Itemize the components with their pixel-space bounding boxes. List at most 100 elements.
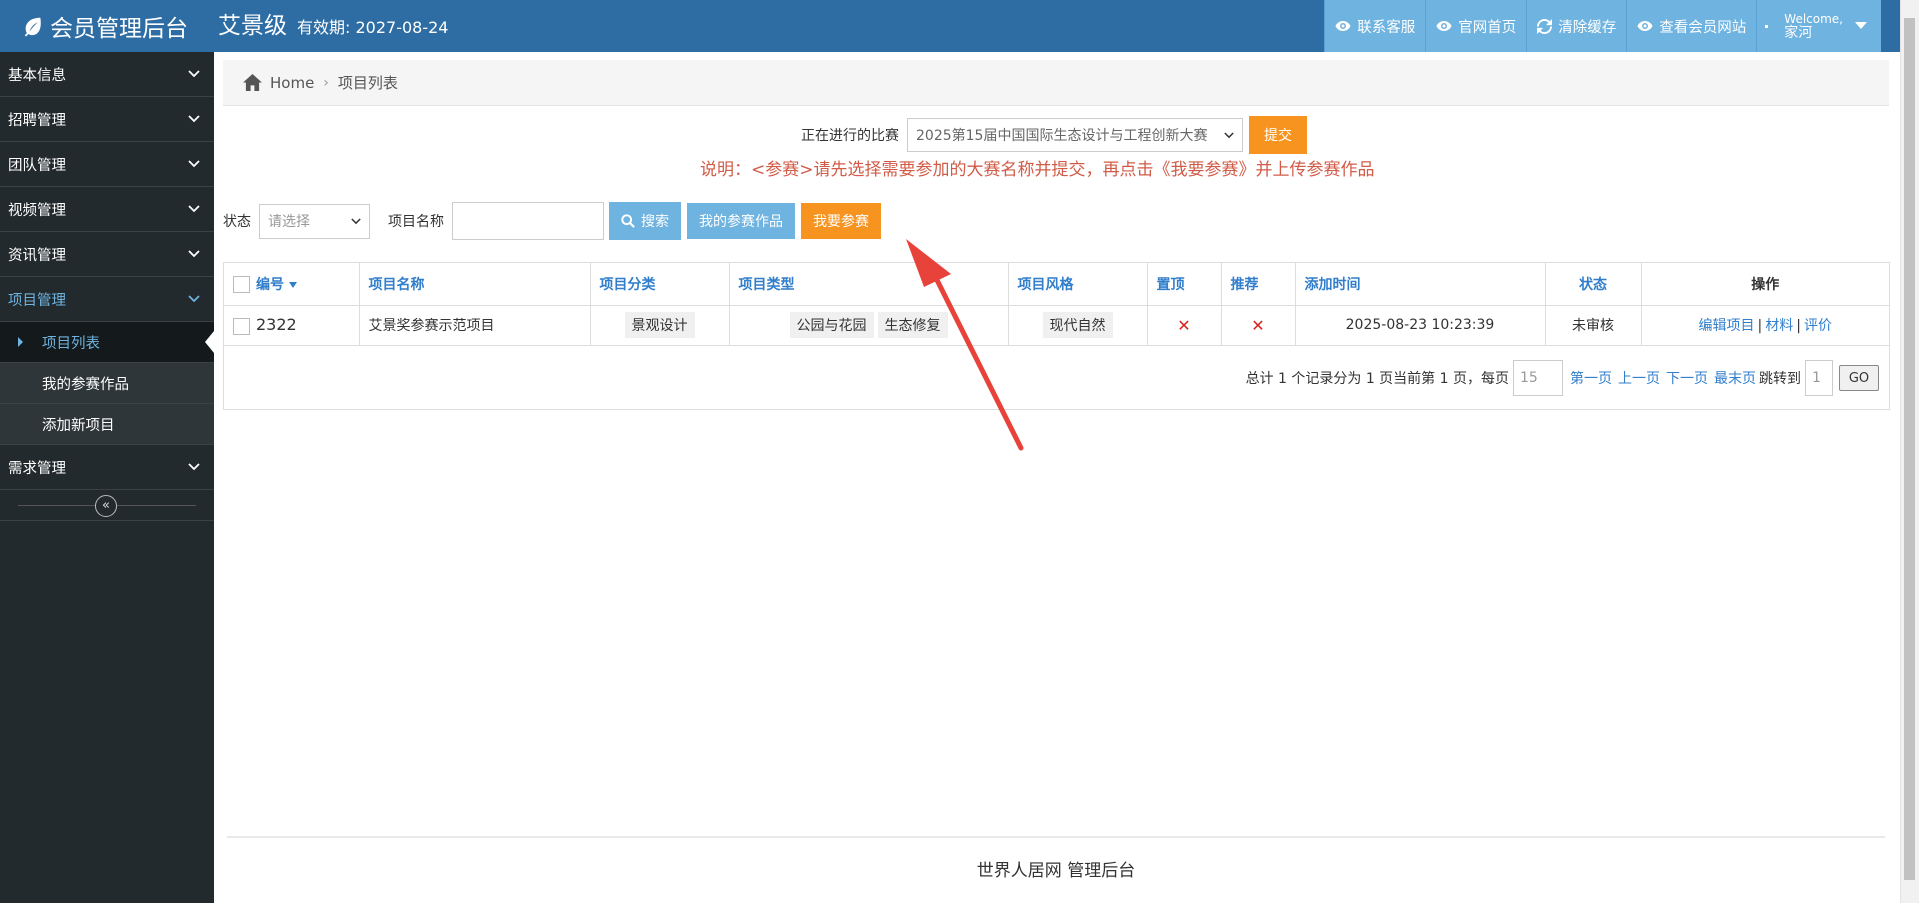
breadcrumb-separator-icon: ›: [323, 74, 329, 91]
type-tag: 生态修复: [877, 312, 948, 338]
column-header-recommend[interactable]: 推荐: [1221, 263, 1296, 306]
cell-style: 现代自然: [1008, 305, 1148, 346]
search-button-label: 搜索: [641, 214, 669, 230]
column-header-status[interactable]: 状态: [1545, 263, 1642, 306]
column-header-type[interactable]: 项目类型: [729, 263, 1009, 306]
status-select[interactable]: 请选择: [259, 203, 370, 239]
sidebar-item-label: 团队管理: [8, 157, 66, 174]
double-chevron-left-icon[interactable]: «: [95, 495, 117, 517]
prev-page-link[interactable]: 上一页: [1618, 368, 1660, 388]
jump-label: 跳转到: [1759, 371, 1801, 387]
column-header-top[interactable]: 置顶: [1147, 263, 1222, 306]
brand[interactable]: 会员管理后台: [22, 10, 188, 42]
cell-top: ✕: [1147, 305, 1222, 346]
column-header-id-label: 编号: [256, 276, 284, 293]
sidebar: 基本信息 招聘管理 团队管理 视频管理 资讯管理 项目管理 项目列表 我的参赛作…: [0, 52, 214, 903]
column-header-style[interactable]: 项目风格: [1008, 263, 1148, 306]
jump-page-input[interactable]: 1: [1805, 360, 1833, 396]
sort-desc-icon: [289, 281, 297, 288]
view-member-site-button[interactable]: 查看会员网站: [1626, 0, 1757, 52]
breadcrumb-home[interactable]: Home: [270, 74, 314, 92]
my-entries-button[interactable]: 我的参赛作品: [687, 203, 795, 239]
sidebar-item-demand[interactable]: 需求管理: [0, 445, 214, 490]
style-tag: 现代自然: [1042, 312, 1113, 338]
first-page-link[interactable]: 第一页: [1570, 368, 1612, 388]
sidebar-subitem-project-list[interactable]: 项目列表: [0, 322, 214, 363]
sidebar-subitem-add-project[interactable]: 添加新项目: [0, 404, 214, 445]
sidebar-item-basic-info[interactable]: 基本信息: [0, 52, 214, 97]
materials-link[interactable]: 材料: [1765, 318, 1793, 334]
official-home-button[interactable]: 官网首页: [1425, 0, 1527, 52]
sidebar-subitem-label: 添加新项目: [42, 417, 115, 434]
column-header-id[interactable]: 编号: [224, 263, 360, 306]
top-header: 会员管理后台 艾景级 有效期: 2027-08-24 联系客服 官网首页 清除缓…: [0, 0, 1900, 52]
project-table: 编号 项目名称 项目分类 项目类型 项目风格 置顶 推荐 添加时间 状态 操作 …: [223, 262, 1890, 410]
project-name-label: 项目名称: [388, 214, 444, 230]
next-page-link[interactable]: 下一页: [1666, 368, 1708, 388]
breadcrumb: Home › 项目列表: [223, 60, 1889, 106]
clear-cache-button[interactable]: 清除缓存: [1526, 0, 1627, 52]
search-button[interactable]: 搜索: [609, 202, 681, 240]
filter-row: 状态 请选择 项目名称 搜索 我的参赛作品 我要参赛: [223, 202, 881, 240]
contact-support-button[interactable]: 联系客服: [1324, 0, 1426, 52]
join-competition-button[interactable]: 我要参赛: [801, 203, 881, 239]
chevron-down-icon: [188, 295, 200, 303]
cross-icon[interactable]: ✕: [1177, 316, 1190, 335]
row-checkbox[interactable]: [233, 317, 250, 335]
go-button[interactable]: GO: [1839, 365, 1879, 391]
column-header-category[interactable]: 项目分类: [590, 263, 730, 306]
caret-down-icon: [1855, 22, 1867, 29]
table-header-row: 编号 项目名称 项目分类 项目类型 项目风格 置顶 推荐 添加时间 状态 操作: [224, 263, 1889, 306]
competition-select[interactable]: 2025第15届中国国际生态设计与工程创新大赛: [907, 118, 1243, 152]
sidebar-item-recruitment[interactable]: 招聘管理: [0, 97, 214, 142]
per-page-input[interactable]: 15: [1513, 360, 1563, 396]
sidebar-collapse-bar: «: [0, 490, 214, 521]
pagination: 总计 1 个记录分为 1 页当前第 1 页，每页 15 第一页 上一页 下一页 …: [1246, 360, 1879, 396]
last-page-link[interactable]: 最末页: [1714, 368, 1756, 388]
edit-project-link[interactable]: 编辑项目: [1699, 318, 1755, 334]
chevron-down-icon: [188, 115, 200, 123]
sidebar-item-team[interactable]: 团队管理: [0, 142, 214, 187]
cell-id: 2322: [224, 305, 360, 346]
sidebar-item-label: 基本信息: [8, 67, 66, 84]
user-menu[interactable]: Welcome, 家河: [1756, 0, 1881, 52]
sidebar-item-label: 招聘管理: [8, 112, 66, 129]
column-header-added[interactable]: 添加时间: [1295, 263, 1546, 306]
review-link[interactable]: 评价: [1804, 318, 1832, 334]
status-placeholder: 请选择: [268, 214, 310, 230]
column-header-name[interactable]: 项目名称: [359, 263, 591, 306]
competition-submit-button[interactable]: 提交: [1249, 116, 1307, 154]
sidebar-subitem-my-entries[interactable]: 我的参赛作品: [0, 363, 214, 404]
member-info: 艾景级 有效期: 2027-08-24: [218, 10, 448, 42]
sidebar-item-projects[interactable]: 项目管理: [0, 277, 214, 322]
status-label: 状态: [223, 214, 251, 230]
competition-label: 正在进行的比赛: [801, 128, 899, 144]
brand-title: 会员管理后台: [50, 16, 188, 42]
active-notch: [205, 331, 214, 353]
competition-selected-value: 2025第15届中国国际生态设计与工程创新大赛: [916, 128, 1208, 144]
cross-icon[interactable]: ✕: [1251, 316, 1264, 335]
chevron-down-icon: [188, 70, 200, 78]
page-scrollbar[interactable]: [1900, 0, 1919, 903]
select-all-checkbox[interactable]: [233, 276, 250, 294]
eye-icon: [1637, 21, 1653, 31]
chevron-down-icon: [188, 205, 200, 213]
caret-right-icon: [18, 337, 23, 347]
top-nav: 联系客服 官网首页 清除缓存 查看会员网站 Welcome, 家河: [1324, 0, 1881, 52]
project-table-grid: 编号 项目名称 项目分类 项目类型 项目风格 置顶 推荐 添加时间 状态 操作 …: [224, 263, 1889, 346]
pager-summary: 总计 1 个记录分为 1 页当前第 1 页，每页: [1245, 371, 1509, 387]
sidebar-item-video[interactable]: 视频管理: [0, 187, 214, 232]
project-name-input[interactable]: [452, 202, 604, 240]
sidebar-item-news[interactable]: 资讯管理: [0, 232, 214, 277]
column-header-ops: 操作: [1641, 263, 1889, 306]
breadcrumb-current: 项目列表: [337, 74, 398, 92]
contact-support-label: 联系客服: [1357, 19, 1416, 36]
ops-separator: |: [1757, 318, 1763, 334]
refresh-icon: [1537, 18, 1553, 34]
eye-icon: [1436, 21, 1452, 31]
chevron-down-icon: [188, 160, 200, 168]
table-row: 2322 艾景奖参赛示范项目 景观设计 公园与花园 生态修复 现代自然 ✕ ✕ 2…: [224, 305, 1889, 346]
scrollbar-thumb[interactable]: [1904, 18, 1915, 880]
chevron-down-icon: [1224, 131, 1234, 138]
chevron-down-icon: [188, 250, 200, 258]
